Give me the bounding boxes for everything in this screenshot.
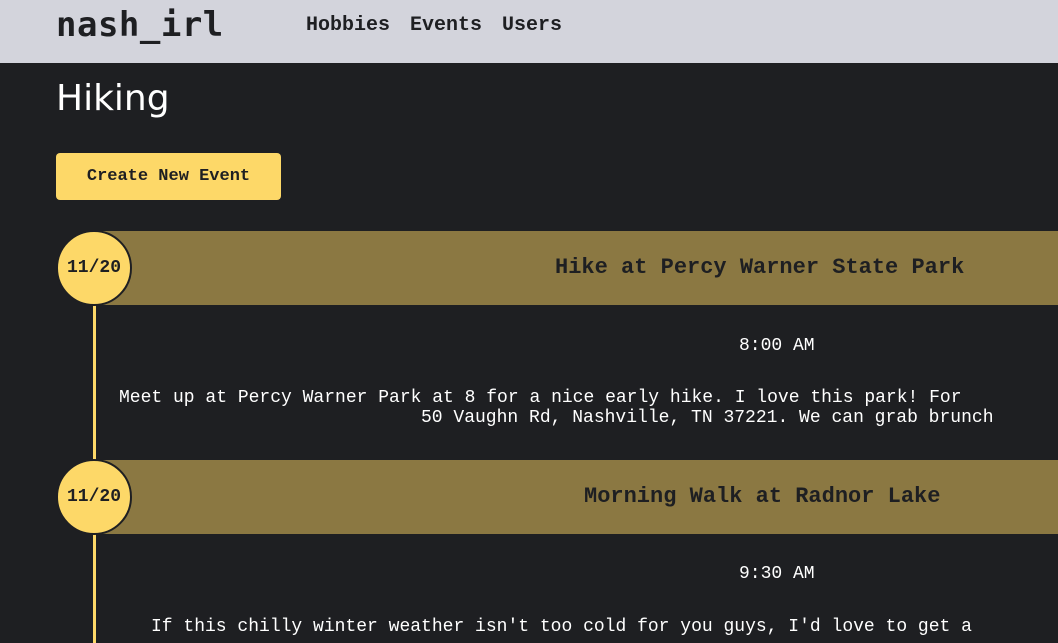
nav-link-users[interactable]: Users (502, 14, 562, 37)
event-date-badge: 11/20 (56, 230, 132, 306)
event-header: Hike at Percy Warner State Park (95, 231, 1058, 305)
timeline-line (93, 305, 96, 463)
page-title: Hiking (56, 78, 170, 119)
brand-logo[interactable]: nash_irl (56, 5, 224, 45)
event-description-line: Meet up at Percy Warner Park at 8 for a … (119, 388, 962, 408)
top-navbar: nash_irl Hobbies Events Users (0, 0, 1058, 63)
event-header: Morning Walk at Radnor Lake (95, 460, 1058, 534)
event-description-line: 50 Vaughn Rd, Nashville, TN 37221. We ca… (421, 408, 994, 428)
event-time: 8:00 AM (739, 336, 815, 356)
timeline-line (93, 533, 96, 643)
create-new-event-button[interactable]: Create New Event (56, 153, 281, 200)
nav-link-hobbies[interactable]: Hobbies (306, 14, 390, 37)
event-time: 9:30 AM (739, 564, 815, 584)
event-date-badge: 11/20 (56, 459, 132, 535)
event-title[interactable]: Morning Walk at Radnor Lake (95, 460, 1058, 534)
nav-link-events[interactable]: Events (410, 14, 482, 37)
nav-links: Hobbies Events Users (306, 14, 562, 37)
event-title[interactable]: Hike at Percy Warner State Park (95, 231, 1058, 305)
event-description-line: If this chilly winter weather isn't too … (151, 617, 972, 637)
